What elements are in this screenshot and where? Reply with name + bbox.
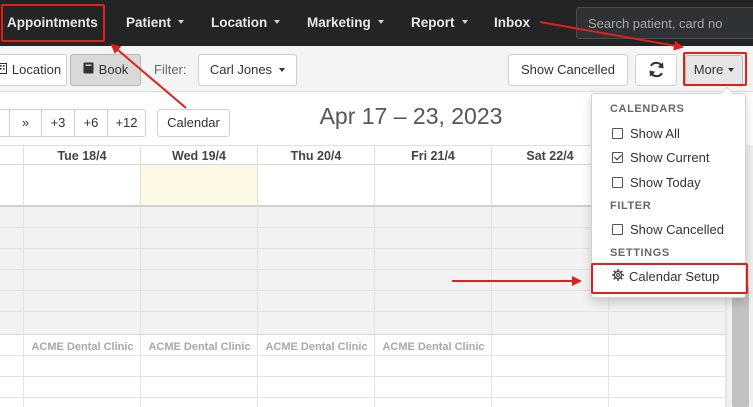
clinic-label: ACME Dental Clinic <box>382 341 485 353</box>
nav-report-label: Report <box>411 15 455 30</box>
day-header[interactable]: Thu 20/4 <box>258 145 375 165</box>
nav-appointments-label: Appointments <box>7 15 98 30</box>
filter-label: Filter: <box>154 62 187 77</box>
nav-marketing[interactable]: Marketing <box>307 0 384 46</box>
top-navbar: Appointments Patient Location Marketing … <box>0 0 753 46</box>
plus-3-label: +3 <box>50 115 66 130</box>
plus-12-weeks-button[interactable]: +12 <box>107 109 146 137</box>
day-header[interactable]: Fri 21/4 <box>375 145 492 165</box>
show-all-label: Show All <box>630 126 680 141</box>
plus-6-weeks-button[interactable]: +6 <box>74 109 108 137</box>
day-header[interactable]: Wed 19/4 <box>141 145 258 165</box>
checkbox-checked-icon <box>612 152 623 164</box>
caret-down-icon <box>461 20 468 25</box>
clinic-label: ACME Dental Clinic <box>31 341 134 353</box>
day-column <box>0 207 24 407</box>
show-cancelled-option[interactable]: Show Cancelled <box>612 220 724 240</box>
allday-cell[interactable] <box>375 165 492 207</box>
caret-down-icon <box>274 20 281 25</box>
checkbox-unchecked-icon <box>612 128 623 140</box>
nav-report[interactable]: Report <box>411 0 468 46</box>
book-button-label: Book <box>98 62 129 77</box>
day-column <box>258 207 375 407</box>
caret-down-icon <box>728 67 735 72</box>
search-input[interactable] <box>576 7 753 39</box>
filter-section-header: FILTER <box>610 200 652 212</box>
book-button[interactable]: Book <box>70 54 141 86</box>
caret-down-icon <box>279 67 286 72</box>
day-header-label: Wed 19/4 <box>172 149 226 163</box>
plus-12-label: +12 <box>115 115 138 130</box>
day-header-partial <box>0 145 24 165</box>
app-root: Appointments Patient Location Marketing … <box>0 0 753 407</box>
show-cancelled-label: Show Cancelled <box>521 62 615 77</box>
day-header-label: Fri 21/4 <box>411 149 455 163</box>
refresh-button[interactable] <box>635 54 677 86</box>
allday-cell-today[interactable] <box>141 165 258 207</box>
day-column <box>375 207 492 407</box>
calendar-button-label: Calendar <box>167 115 220 130</box>
clinic-label: ACME Dental Clinic <box>265 341 368 353</box>
next-week-button[interactable]: » <box>9 109 42 137</box>
day-column <box>141 207 258 407</box>
calendar-setup-label: Calendar Setup <box>629 269 720 284</box>
date-range-title: Apr 17 – 23, 2023 <box>319 103 503 129</box>
nav-location-label: Location <box>211 15 268 30</box>
more-button[interactable]: More <box>685 55 743 85</box>
show-current-label: Show Current <box>630 150 710 165</box>
nav-inbox[interactable]: Inbox <box>494 0 530 46</box>
show-cancelled-button[interactable]: Show Cancelled <box>508 54 628 86</box>
caret-down-icon <box>377 20 384 25</box>
show-cancelled-option-label: Show Cancelled <box>630 222 724 237</box>
nav-appointments[interactable]: Appointments <box>7 0 98 46</box>
building-icon <box>0 55 7 85</box>
calendar-picker-button[interactable]: Calendar <box>157 109 230 137</box>
day-header[interactable]: Tue 18/4 <box>24 145 141 165</box>
filter-provider-dropdown[interactable]: Carl Jones <box>198 54 297 86</box>
calendars-section-header: CALENDARS <box>610 103 685 115</box>
checkbox-unchecked-icon <box>612 177 623 189</box>
day-header-label: Thu 20/4 <box>290 149 342 163</box>
nav-marketing-label: Marketing <box>307 15 371 30</box>
allday-cell[interactable] <box>24 165 141 207</box>
gear-icon <box>611 267 625 287</box>
day-column <box>24 207 141 407</box>
more-button-label: More <box>693 62 724 77</box>
caret-down-icon <box>178 20 185 25</box>
double-chevron-right-icon: » <box>21 115 30 130</box>
location-button[interactable]: Location <box>0 54 67 86</box>
more-dropdown-menu: CALENDARS Show All Show Current Show Tod… <box>591 87 746 298</box>
settings-section-header: SETTINGS <box>610 247 670 259</box>
day-header-label: Sat 22/4 <box>526 149 574 163</box>
refresh-icon <box>647 60 666 90</box>
clinic-label: ACME Dental Clinic <box>148 341 251 353</box>
show-current-option[interactable]: Show Current <box>612 148 709 168</box>
scrollbar-thumb[interactable] <box>732 285 749 407</box>
allday-cell[interactable] <box>258 165 375 207</box>
nav-location[interactable]: Location <box>211 0 281 46</box>
show-today-label: Show Today <box>630 175 701 190</box>
nav-patient[interactable]: Patient <box>126 0 185 46</box>
calendar-setup-option[interactable]: Calendar Setup <box>611 267 720 287</box>
show-today-option[interactable]: Show Today <box>612 173 701 193</box>
dropdown-arrow-inner <box>721 88 733 94</box>
book-icon <box>83 55 94 85</box>
checkbox-unchecked-icon <box>612 224 623 236</box>
nav-patient-label: Patient <box>126 15 172 30</box>
plus-3-weeks-button[interactable]: +3 <box>41 109 75 137</box>
nav-inbox-label: Inbox <box>494 15 530 30</box>
filter-value: Carl Jones <box>209 62 273 77</box>
location-button-label: Location <box>11 62 62 77</box>
allday-cell <box>0 165 24 207</box>
day-header-label: Tue 18/4 <box>57 149 107 163</box>
show-all-option[interactable]: Show All <box>612 124 680 144</box>
plus-6-label: +6 <box>83 115 99 130</box>
